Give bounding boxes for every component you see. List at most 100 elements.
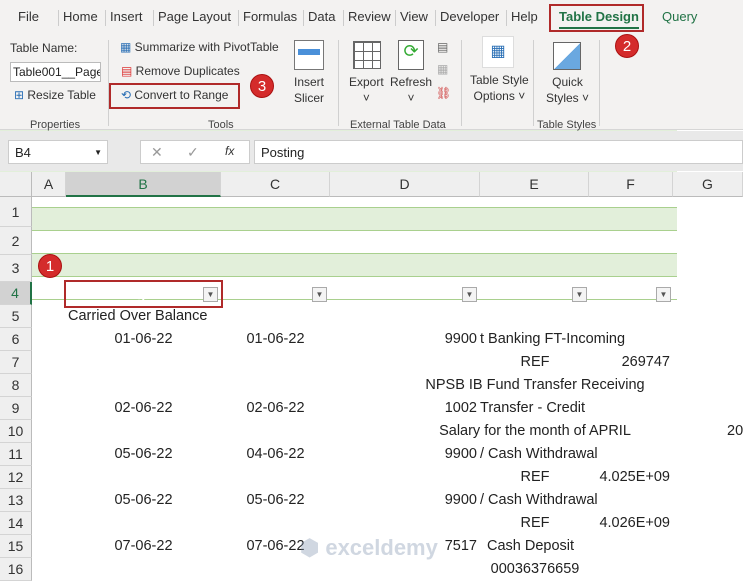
summarize-pivot-button[interactable]: ▦ Summarize with PivotTable (120, 40, 279, 54)
tab-separator (506, 10, 507, 26)
column-header-b[interactable]: B (66, 172, 221, 197)
tab-separator (238, 10, 239, 26)
tab-help[interactable]: Help (511, 9, 538, 24)
tab-query[interactable]: Query (662, 9, 697, 24)
row-header-8[interactable]: 8 (0, 374, 32, 397)
cell-posting-date[interactable]: 07-06-22 (66, 538, 221, 554)
row-header-7[interactable]: 7 (0, 351, 32, 374)
cell-branch[interactable]: 9900 (330, 492, 477, 508)
tso-label-2: Options ˅ (473, 89, 526, 103)
cell-description[interactable]: Salary for the month of APRIL (380, 423, 690, 439)
column-header-e[interactable]: E (480, 172, 589, 197)
export-button[interactable]: Export ˅ (349, 74, 384, 106)
cell-description[interactable]: / Cash Withdrawal (480, 492, 598, 508)
row-header-12[interactable]: 12 (0, 466, 32, 489)
cell-description[interactable]: NPSB IB Fund Transfer Receiving (380, 377, 690, 393)
name-box[interactable]: B4 ▼ (8, 140, 108, 164)
select-all[interactable] (0, 172, 32, 197)
qs-label: Quick (552, 75, 583, 89)
filter-dropdown-icon[interactable]: ▼ (462, 287, 477, 302)
unlink-icon[interactable]: ⛓ (436, 86, 451, 100)
row-header-13[interactable]: 13 (0, 489, 32, 512)
cell-posting-date[interactable]: 01-06-22 (66, 331, 221, 347)
column-header-g[interactable]: G (673, 172, 743, 197)
callout-badge-2: 2 (615, 34, 639, 58)
cell-description[interactable]: Cash Deposit (487, 538, 574, 554)
row-header-6[interactable]: 6 (0, 328, 32, 351)
table-header-4: Column (597, 286, 650, 302)
chevron-down-icon: ▼ (94, 148, 102, 157)
properties-icon[interactable]: ▤ (437, 40, 448, 54)
row-header-16[interactable]: 16 (0, 558, 32, 581)
cell-description[interactable]: / Cash Withdrawal (480, 446, 598, 462)
formula-input[interactable]: Posting (254, 140, 743, 164)
cancel-icon[interactable]: ✕ (151, 144, 163, 161)
row-header-15[interactable]: 15 (0, 535, 32, 558)
column-header-f[interactable]: F (589, 172, 673, 197)
tab-table-design[interactable]: Table Design (559, 9, 639, 29)
cell-branch[interactable]: 9900 (330, 331, 477, 347)
table-header-3: saction Desc (482, 286, 569, 302)
table-row (0, 208, 677, 231)
refresh-button[interactable]: Refresh ˅ (390, 74, 432, 106)
row-header-4[interactable]: 4 (0, 282, 32, 305)
tab-view[interactable]: View (400, 9, 428, 24)
cell-description[interactable]: 00036376659 (380, 561, 690, 577)
tab-separator (105, 10, 106, 26)
cell-branch[interactable]: 9900 (330, 446, 477, 462)
cell-value-date[interactable]: 01-06-22 (221, 331, 330, 347)
insert-slicer-button[interactable]: Insert Slicer (294, 74, 324, 106)
column-header-d[interactable]: D (330, 172, 480, 197)
cell-value-date[interactable]: 04-06-22 (221, 446, 330, 462)
table-header-2: TRN.Branch (357, 286, 438, 302)
cell-column-f[interactable]: 4.025E+09 (589, 469, 670, 485)
row-header-9[interactable]: 9 (0, 397, 32, 420)
row-header-10[interactable]: 10 (0, 420, 32, 443)
open-browser-icon[interactable]: ▦ (437, 62, 448, 76)
insert-slicer-label-2: Slicer (294, 91, 325, 105)
cell-description[interactable]: Transfer - Credit (480, 400, 585, 416)
filter-dropdown-icon[interactable]: ▼ (656, 287, 671, 302)
remove-duplicates-button[interactable]: ▤ Remove Duplicates (121, 64, 240, 78)
cell-branch[interactable]: 1002 (330, 400, 477, 416)
qs-label-2: Styles ˅ (546, 91, 590, 105)
tab-file[interactable]: File (18, 9, 39, 24)
row-header-11[interactable]: 11 (0, 443, 32, 466)
cell-column-g[interactable]: 20 (727, 423, 743, 439)
quick-styles-button[interactable]: Quick Styles ˅ (546, 74, 589, 106)
tab-review[interactable]: Review (348, 9, 391, 24)
cell-posting-date[interactable]: 05-06-22 (66, 446, 221, 462)
table-name-label: Table Name: (10, 41, 78, 55)
table-header-1: ValueDate (232, 286, 299, 302)
tab-formulas[interactable]: Formulas (243, 9, 297, 24)
tab-insert[interactable]: Insert (110, 9, 143, 24)
cell-column-f[interactable]: 269747 (589, 354, 670, 370)
tab-developer[interactable]: Developer (440, 9, 499, 24)
table-name-input[interactable]: Table001__Page_ (10, 62, 101, 82)
cell-column-f[interactable]: 4.026E+09 (589, 515, 670, 531)
tab-data[interactable]: Data (308, 9, 335, 24)
enter-icon[interactable]: ✓ (187, 144, 199, 161)
watermark-text: exceldemy (325, 535, 438, 560)
row-header-5[interactable]: 5 (0, 305, 32, 328)
tab-page-layout[interactable]: Page Layout (158, 9, 231, 24)
cell-value-date[interactable]: 05-06-22 (221, 492, 330, 508)
tab-home[interactable]: Home (63, 9, 98, 24)
cell-posting-date[interactable]: 02-06-22 (66, 400, 221, 416)
filter-dropdown-icon[interactable]: ▼ (312, 287, 327, 302)
summarize-label: Summarize with PivotTable (134, 40, 279, 54)
cell-posting-date[interactable]: Carried Over Balance (68, 308, 207, 324)
column-header-a[interactable]: A (32, 172, 66, 197)
fx-icon[interactable]: fx (225, 144, 234, 158)
filter-dropdown-icon[interactable]: ▼ (572, 287, 587, 302)
table-style-options-button[interactable]: Table Style Options ˅ (470, 72, 529, 104)
row-header-3[interactable]: 3 (0, 255, 32, 282)
row-header-1[interactable]: 1 (0, 197, 32, 227)
row-header-14[interactable]: 14 (0, 512, 32, 535)
cell-posting-date[interactable]: 05-06-22 (66, 492, 221, 508)
cell-value-date[interactable]: 02-06-22 (221, 400, 330, 416)
column-header-c[interactable]: C (221, 172, 330, 197)
row-header-2[interactable]: 2 (0, 227, 32, 255)
resize-table-button[interactable]: ⊞ Resize Table (14, 88, 96, 102)
cell-description[interactable]: t Banking FT-Incoming (480, 331, 625, 347)
